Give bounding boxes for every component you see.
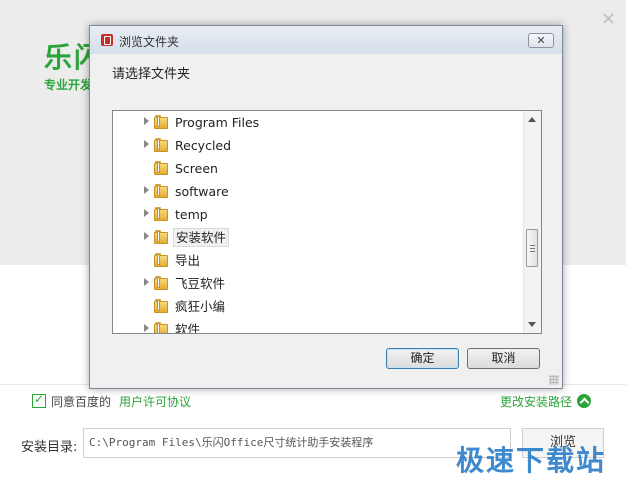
- dialog-prompt: 请选择文件夹: [112, 67, 191, 82]
- folder-label: 疯狂小编: [175, 299, 226, 314]
- folder-tree-item[interactable]: Screen: [113, 157, 525, 180]
- dialog-title: 浏览文件夹: [119, 35, 180, 49]
- chevron-up-icon: [577, 394, 592, 408]
- office-app-icon: [101, 34, 113, 46]
- folder-tree-item[interactable]: 飞豆软件: [113, 272, 525, 295]
- folder-tree-item[interactable]: 导出: [113, 249, 525, 272]
- expand-arrow-icon[interactable]: [144, 117, 149, 125]
- folder-icon: [154, 230, 168, 244]
- watermark-text: 极速下载站: [455, 444, 606, 477]
- ok-button[interactable]: 确定: [386, 348, 459, 369]
- agreement-row: ✓ 同意百度的 用户许可协议: [32, 392, 191, 410]
- dialog-titlebar[interactable]: 浏览文件夹 ✕: [90, 26, 562, 54]
- install-dir-input[interactable]: C:\Program Files\乐闪Office尺寸统计助手安装程序: [83, 428, 511, 458]
- folder-label: 软件: [175, 322, 201, 334]
- change-install-path-link[interactable]: 更改安装路径: [500, 392, 592, 410]
- expand-arrow-icon[interactable]: [144, 278, 149, 286]
- change-path-label: 更改安装路径: [500, 394, 573, 409]
- folder-icon: [154, 138, 168, 152]
- expand-arrow-icon[interactable]: [144, 186, 149, 194]
- folder-tree-item[interactable]: Program Files: [113, 111, 525, 134]
- resize-grip-icon[interactable]: [549, 375, 559, 385]
- folder-label: software: [175, 184, 229, 199]
- expand-arrow-icon[interactable]: [144, 209, 149, 217]
- expand-arrow-icon[interactable]: [144, 324, 149, 332]
- installer-close-icon[interactable]: ×: [601, 10, 616, 28]
- brand-subtitle: 专业开发: [44, 78, 93, 92]
- folder-tree[interactable]: Program Files Recycled Screen software temp 安…: [112, 110, 542, 334]
- scroll-down-arrow-icon[interactable]: [528, 322, 536, 327]
- folder-label: 安装软件: [173, 228, 230, 247]
- scrollbar-thumb[interactable]: [526, 229, 538, 267]
- folder-label: Screen: [175, 161, 218, 176]
- dialog-close-button[interactable]: ✕: [528, 33, 554, 48]
- folder-label: 导出: [175, 253, 201, 268]
- folder-tree-item[interactable]: 软件: [113, 318, 525, 334]
- folder-label: 飞豆软件: [175, 276, 226, 291]
- folder-tree-item[interactable]: Recycled: [113, 134, 525, 157]
- folder-icon: [154, 253, 168, 267]
- folder-tree-item[interactable]: 安装软件: [113, 226, 525, 249]
- scroll-up-arrow-icon[interactable]: [528, 117, 536, 122]
- folder-label: Program Files: [175, 115, 260, 130]
- tree-scrollbar[interactable]: [523, 111, 541, 333]
- folder-icon: [154, 322, 168, 333]
- folder-icon: [154, 276, 168, 290]
- folder-tree-item[interactable]: software: [113, 180, 525, 203]
- license-agreement-link[interactable]: 用户许可协议: [119, 393, 191, 410]
- folder-icon: [154, 299, 168, 313]
- folder-tree-item[interactable]: temp: [113, 203, 525, 226]
- folder-icon: [154, 161, 168, 175]
- agree-checkbox[interactable]: ✓: [32, 392, 46, 408]
- cancel-button[interactable]: 取消: [467, 348, 540, 369]
- folder-icon: [154, 207, 168, 221]
- install-dir-label: 安装目录:: [21, 440, 78, 455]
- browse-folder-dialog: 浏览文件夹 ✕ 请选择文件夹 Program Files Recycled Scre…: [89, 25, 563, 389]
- agree-text: 同意百度的: [51, 394, 112, 409]
- folder-tree-item[interactable]: 疯狂小编: [113, 295, 525, 318]
- checkmark-icon: ✓: [34, 392, 45, 406]
- expand-arrow-icon[interactable]: [144, 232, 149, 240]
- folder-icon: [154, 184, 168, 198]
- folder-label: Recycled: [175, 138, 232, 153]
- folder-label: temp: [175, 207, 208, 222]
- folder-icon: [154, 115, 168, 129]
- expand-arrow-icon[interactable]: [144, 140, 149, 148]
